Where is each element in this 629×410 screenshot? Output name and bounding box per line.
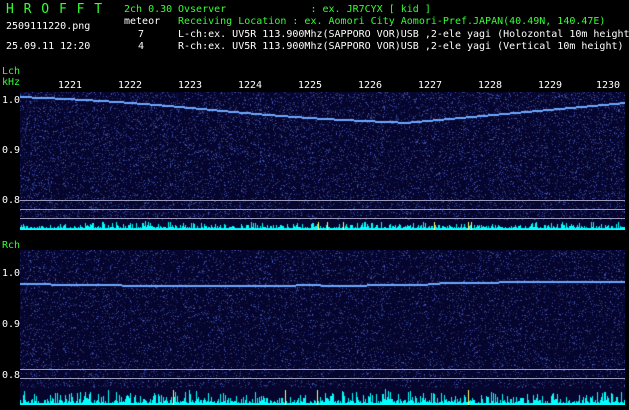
hrofft-window: H R O F F T 2ch 0.30 2509111220.png mete… bbox=[0, 0, 629, 410]
lch-unit-label: kHz bbox=[2, 77, 21, 88]
time-tick: 1222 bbox=[118, 80, 143, 91]
freq-tick: 1.0 bbox=[2, 95, 21, 106]
lch-threshold-line bbox=[20, 209, 625, 210]
time-tick: 1227 bbox=[418, 80, 443, 91]
lch-channel-label: Lch bbox=[2, 66, 21, 77]
lch-threshold-line bbox=[20, 218, 625, 219]
time-tick: 1230 bbox=[596, 80, 621, 91]
location-line: Receiving Location : ex. Aomori City Aom… bbox=[178, 16, 606, 27]
freq-tick: 1.0 bbox=[2, 268, 21, 279]
time-tick: 1226 bbox=[358, 80, 383, 91]
rch-setup-line: R-ch:ex. UV5R 113.900Mhz(SAPPORO VOR)USB… bbox=[178, 41, 624, 52]
time-tick: 1223 bbox=[178, 80, 203, 91]
datetime-label: 25.09.11 12:20 bbox=[6, 41, 91, 52]
rch-threshold-line bbox=[20, 378, 625, 379]
freq-tick: 0.8 bbox=[2, 370, 21, 381]
freq-tick: 0.9 bbox=[2, 145, 21, 156]
filename-label: 2509111220.png bbox=[6, 21, 91, 32]
time-tick: 1228 bbox=[478, 80, 503, 91]
time-tick: 1224 bbox=[238, 80, 263, 91]
lch-spectrogram bbox=[20, 92, 625, 230]
rch-spectrogram-canvas bbox=[20, 250, 625, 405]
time-tick: 1229 bbox=[538, 80, 563, 91]
freq-tick: 0.8 bbox=[2, 195, 21, 206]
time-tick: 1221 bbox=[58, 80, 83, 91]
lch-meteor-count: 7 bbox=[138, 29, 145, 40]
rch-meteor-count: 4 bbox=[138, 41, 145, 52]
app-title: H R O F F T bbox=[6, 2, 104, 17]
rch-channel-label: Rch bbox=[2, 240, 21, 251]
observer-line: Ovserver : ex. JR7CYX [ kid ] bbox=[178, 4, 431, 15]
rch-spectrogram bbox=[20, 250, 625, 405]
lch-setup-line: L-ch:ex. UV5R 113.900Mhz(SAPPORO VOR)USB… bbox=[178, 29, 629, 40]
time-tick: 1225 bbox=[298, 80, 323, 91]
freq-tick: 0.9 bbox=[2, 319, 21, 330]
rch-threshold-line bbox=[20, 369, 625, 370]
lch-threshold-line bbox=[20, 200, 625, 201]
version-label: 2ch 0.30 bbox=[124, 4, 173, 15]
meteor-label: meteor bbox=[124, 16, 161, 27]
